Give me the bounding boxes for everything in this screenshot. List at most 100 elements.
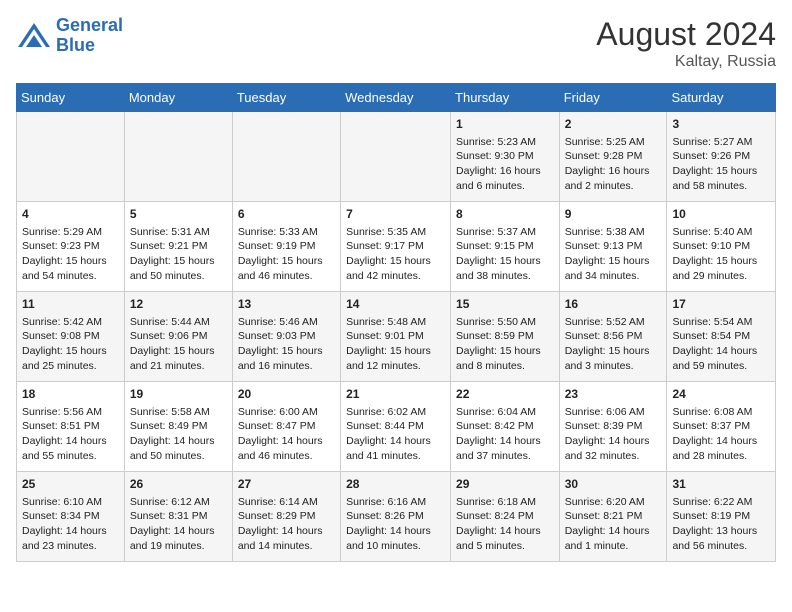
calendar-cell: 13 Sunrise: 5:46 AM Sunset: 9:03 PM Dayli… [232, 292, 340, 382]
day-info: Sunrise: 5:50 AM Sunset: 8:59 PM Dayligh… [456, 315, 554, 374]
calendar-cell: 26Sunrise: 6:12 AM Sunset: 8:31 PM Dayli… [124, 472, 232, 562]
calendar-cell: 4Sunrise: 5:29 AM Sunset: 9:23 PM Daylig… [17, 202, 125, 292]
day-info: Sunrise: 5:37 AM Sunset: 9:15 PM Dayligh… [456, 225, 554, 284]
header-cell-sunday: Sunday [17, 84, 125, 112]
calendar-cell [124, 112, 232, 202]
calendar-cell [341, 112, 451, 202]
calendar-cell: 11 Sunrise: 5:42 AM Sunset: 9:08 PM Dayli… [17, 292, 125, 382]
day-info: Sunrise: 6:10 AM Sunset: 8:34 PM Dayligh… [22, 495, 119, 554]
calendar-cell: 12 Sunrise: 5:44 AM Sunset: 9:06 PM Dayli… [124, 292, 232, 382]
calendar-cell: 23Sunrise: 6:06 AM Sunset: 8:39 PM Dayli… [559, 382, 667, 472]
day-info: Sunrise: 6:14 AM Sunset: 8:29 PM Dayligh… [238, 495, 335, 554]
calendar-cell: 27 Sunrise: 6:14 AM Sunset: 8:29 PM Dayli… [232, 472, 340, 562]
day-info: Sunrise: 5:27 AM Sunset: 9:26 PM Dayligh… [672, 135, 770, 194]
day-info: Sunrise: 6:18 AM Sunset: 8:24 PM Dayligh… [456, 495, 554, 554]
calendar-cell: 15 Sunrise: 5:50 AM Sunset: 8:59 PM Dayli… [451, 292, 560, 382]
logo-line2: Blue [56, 35, 95, 55]
calendar-cell: 2 Sunrise: 5:25 AM Sunset: 9:28 PM Daylig… [559, 112, 667, 202]
logo: General Blue [16, 16, 123, 56]
day-number: 20 [238, 386, 335, 403]
header-row: SundayMondayTuesdayWednesdayThursdayFrid… [17, 84, 776, 112]
calendar-cell: 31 Sunrise: 6:22 AM Sunset: 8:19 PM Dayli… [667, 472, 776, 562]
calendar-cell: 10Sunrise: 5:40 AM Sunset: 9:10 PM Dayli… [667, 202, 776, 292]
day-number: 15 [456, 296, 554, 313]
calendar-cell: 25 Sunrise: 6:10 AM Sunset: 8:34 PM Dayli… [17, 472, 125, 562]
logo-line1: General [56, 15, 123, 35]
calendar-cell: 21 Sunrise: 6:02 AM Sunset: 8:44 PM Dayli… [341, 382, 451, 472]
calendar-table: SundayMondayTuesdayWednesdayThursdayFrid… [16, 83, 776, 562]
day-number: 25 [22, 476, 119, 493]
calendar-cell: 22 Sunrise: 6:04 AM Sunset: 8:42 PM Dayli… [451, 382, 560, 472]
calendar-cell: 9Sunrise: 5:38 AM Sunset: 9:13 PM Daylig… [559, 202, 667, 292]
day-info: Sunrise: 6:08 AM Sunset: 8:37 PM Dayligh… [672, 405, 770, 464]
day-info: Sunrise: 5:25 AM Sunset: 9:28 PM Dayligh… [565, 135, 662, 194]
day-info: Sunrise: 6:16 AM Sunset: 8:26 PM Dayligh… [346, 495, 445, 554]
day-number: 1 [456, 116, 554, 133]
title-block: August 2024 Kaltay, Russia [596, 16, 776, 71]
calendar-cell [17, 112, 125, 202]
calendar-week-2: 11 Sunrise: 5:42 AM Sunset: 9:08 PM Dayli… [17, 292, 776, 382]
calendar-cell: 5 Sunrise: 5:31 AM Sunset: 9:21 PM Daylig… [124, 202, 232, 292]
logo-icon [16, 21, 52, 51]
day-number: 30 [565, 476, 662, 493]
day-number: 9 [565, 206, 662, 223]
day-info: Sunrise: 6:06 AM Sunset: 8:39 PM Dayligh… [565, 405, 662, 464]
day-info: Sunrise: 5:31 AM Sunset: 9:21 PM Dayligh… [130, 225, 227, 284]
day-number: 28 [346, 476, 445, 493]
header-cell-tuesday: Tuesday [232, 84, 340, 112]
day-info: Sunrise: 5:46 AM Sunset: 9:03 PM Dayligh… [238, 315, 335, 374]
calendar-header: SundayMondayTuesdayWednesdayThursdayFrid… [17, 84, 776, 112]
day-info: Sunrise: 5:35 AM Sunset: 9:17 PM Dayligh… [346, 225, 445, 284]
page-header: General Blue August 2024 Kaltay, Russia [16, 16, 776, 71]
day-number: 5 [130, 206, 227, 223]
day-number: 4 [22, 206, 119, 223]
day-number: 27 [238, 476, 335, 493]
calendar-cell: 16Sunrise: 5:52 AM Sunset: 8:56 PM Dayli… [559, 292, 667, 382]
calendar-cell: 19 Sunrise: 5:58 AM Sunset: 8:49 PM Dayli… [124, 382, 232, 472]
calendar-cell: 6Sunrise: 5:33 AM Sunset: 9:19 PM Daylig… [232, 202, 340, 292]
day-number: 31 [672, 476, 770, 493]
day-info: Sunrise: 5:52 AM Sunset: 8:56 PM Dayligh… [565, 315, 662, 374]
day-info: Sunrise: 5:33 AM Sunset: 9:19 PM Dayligh… [238, 225, 335, 284]
location: Kaltay, Russia [596, 53, 776, 71]
day-info: Sunrise: 6:20 AM Sunset: 8:21 PM Dayligh… [565, 495, 662, 554]
day-number: 11 [22, 296, 119, 313]
day-number: 26 [130, 476, 227, 493]
calendar-week-3: 18Sunrise: 5:56 AM Sunset: 8:51 PM Dayli… [17, 382, 776, 472]
day-number: 14 [346, 296, 445, 313]
day-number: 7 [346, 206, 445, 223]
day-info: Sunrise: 5:42 AM Sunset: 9:08 PM Dayligh… [22, 315, 119, 374]
calendar-cell [232, 112, 340, 202]
day-info: Sunrise: 6:04 AM Sunset: 8:42 PM Dayligh… [456, 405, 554, 464]
header-cell-wednesday: Wednesday [341, 84, 451, 112]
day-number: 22 [456, 386, 554, 403]
calendar-cell: 20Sunrise: 6:00 AM Sunset: 8:47 PM Dayli… [232, 382, 340, 472]
header-cell-saturday: Saturday [667, 84, 776, 112]
header-cell-thursday: Thursday [451, 84, 560, 112]
day-number: 2 [565, 116, 662, 133]
calendar-week-0: 1 Sunrise: 5:23 AM Sunset: 9:30 PM Daylig… [17, 112, 776, 202]
calendar-week-1: 4Sunrise: 5:29 AM Sunset: 9:23 PM Daylig… [17, 202, 776, 292]
day-info: Sunrise: 5:23 AM Sunset: 9:30 PM Dayligh… [456, 135, 554, 194]
day-number: 29 [456, 476, 554, 493]
day-number: 19 [130, 386, 227, 403]
calendar-cell: 29 Sunrise: 6:18 AM Sunset: 8:24 PM Dayli… [451, 472, 560, 562]
day-info: Sunrise: 5:58 AM Sunset: 8:49 PM Dayligh… [130, 405, 227, 464]
day-info: Sunrise: 5:54 AM Sunset: 8:54 PM Dayligh… [672, 315, 770, 374]
day-number: 21 [346, 386, 445, 403]
calendar-cell: 28 Sunrise: 6:16 AM Sunset: 8:26 PM Dayli… [341, 472, 451, 562]
calendar-cell: 14Sunrise: 5:48 AM Sunset: 9:01 PM Dayli… [341, 292, 451, 382]
logo-text: General Blue [56, 16, 123, 56]
day-number: 18 [22, 386, 119, 403]
day-number: 12 [130, 296, 227, 313]
day-info: Sunrise: 6:02 AM Sunset: 8:44 PM Dayligh… [346, 405, 445, 464]
day-number: 3 [672, 116, 770, 133]
calendar-week-4: 25 Sunrise: 6:10 AM Sunset: 8:34 PM Dayli… [17, 472, 776, 562]
day-number: 17 [672, 296, 770, 313]
header-cell-friday: Friday [559, 84, 667, 112]
month-year: August 2024 [596, 16, 776, 53]
day-info: Sunrise: 6:22 AM Sunset: 8:19 PM Dayligh… [672, 495, 770, 554]
day-number: 8 [456, 206, 554, 223]
day-info: Sunrise: 5:44 AM Sunset: 9:06 PM Dayligh… [130, 315, 227, 374]
day-number: 13 [238, 296, 335, 313]
